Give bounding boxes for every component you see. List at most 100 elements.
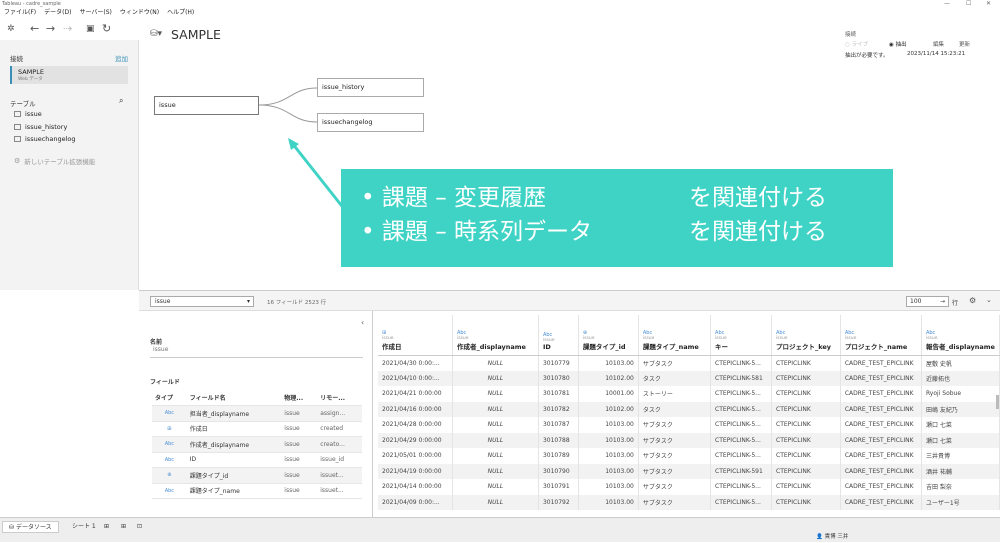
- grid-cell[interactable]: CTEPICLINK-5...: [710, 401, 772, 417]
- grid-cell[interactable]: 10001.00: [578, 386, 639, 402]
- user-account[interactable]: 👤 貴博 三井: [810, 531, 854, 543]
- grid-column-header[interactable]: ⊞ issue 作成日: [378, 315, 453, 356]
- field-row[interactable]: Abc 作成者_displayname issue creato...: [152, 436, 362, 453]
- grid-cell[interactable]: サブタスク: [638, 448, 712, 464]
- grid-cell[interactable]: 酒井 祐輔: [921, 463, 1000, 479]
- grid-cell[interactable]: NULL: [452, 463, 539, 479]
- grid-column-header[interactable]: Abc issue プロジェクト_name: [840, 315, 922, 356]
- grid-cell[interactable]: CTEPICLINK: [771, 463, 841, 479]
- grid-cell[interactable]: 2021/04/29 0:00:00: [378, 432, 453, 448]
- grid-cell[interactable]: CTEPICLINK: [771, 386, 841, 402]
- field-row[interactable]: Abc ID issue issue_id: [152, 452, 362, 468]
- grid-cell[interactable]: CADRE_TEST_EPICLINK: [840, 463, 922, 479]
- grid-cell[interactable]: CTEPICLINK: [771, 370, 841, 386]
- grid-cell[interactable]: 2021/04/21 0:00:00: [378, 386, 453, 402]
- grid-cell[interactable]: CTEPICLINK-5...: [710, 479, 772, 495]
- grid-cell[interactable]: 三井貴博: [921, 448, 1000, 464]
- grid-cell[interactable]: 2021/04/30 0:00:...: [378, 355, 453, 371]
- grid-cell[interactable]: サブタスク: [638, 432, 712, 448]
- chevron-down-icon[interactable]: ⌄: [986, 296, 992, 304]
- grid-cell[interactable]: NULL: [452, 386, 539, 402]
- canvas-table-issuechangelog[interactable]: issuechangelog: [317, 113, 424, 132]
- grid-cell[interactable]: サブタスク: [638, 494, 712, 510]
- grid-cell[interactable]: 2021/04/19 0:00:00: [378, 463, 453, 479]
- tab-datasource[interactable]: ⛁ データソース: [2, 521, 59, 533]
- grid-cell[interactable]: CTEPICLINK-5...: [710, 386, 772, 402]
- grid-column-header[interactable]: Abc issue キー: [710, 315, 772, 356]
- grid-cell[interactable]: 10103.00: [578, 479, 639, 495]
- field-row[interactable]: Abc 担当者_displayname issue assign...: [152, 405, 362, 422]
- grid-cell[interactable]: ユーザー1号: [921, 494, 1000, 510]
- new-sheet-icon[interactable]: ⊞: [98, 521, 115, 533]
- grid-cell[interactable]: CTEPICLINK-5...: [710, 432, 772, 448]
- grid-cell[interactable]: CTEPICLINK-5...: [710, 494, 772, 510]
- grid-cell[interactable]: 10103.00: [578, 417, 639, 433]
- relationship-line[interactable]: [258, 104, 318, 123]
- grid-column-header[interactable]: Abc issue ID: [538, 315, 579, 356]
- grid-cell[interactable]: NULL: [452, 417, 539, 433]
- grid-cell[interactable]: CADRE_TEST_EPICLINK: [840, 386, 922, 402]
- grid-cell[interactable]: CADRE_TEST_EPICLINK: [840, 355, 922, 371]
- grid-cell[interactable]: CTEPICLINK: [771, 494, 841, 510]
- grid-cell[interactable]: 近藤拓也: [921, 370, 1000, 386]
- grid-column-header[interactable]: Abc issue プロジェクト_key: [771, 315, 841, 356]
- tab-sheet-1[interactable]: シート 1: [66, 521, 102, 533]
- grid-cell[interactable]: 瀬口 七菜: [921, 417, 1000, 433]
- grid-cell[interactable]: NULL: [452, 355, 539, 371]
- field-col-type[interactable]: タイプ: [152, 390, 187, 406]
- grid-cell[interactable]: NULL: [452, 370, 539, 386]
- grid-cell[interactable]: 2021/04/14 0:00:00: [378, 479, 453, 495]
- grid-cell[interactable]: CADRE_TEST_EPICLINK: [840, 448, 922, 464]
- grid-cell[interactable]: 10102.00: [578, 370, 639, 386]
- new-story-icon[interactable]: ⊡: [131, 521, 148, 533]
- field-col-physical[interactable]: 物理...: [281, 390, 318, 406]
- grid-cell[interactable]: CADRE_TEST_EPICLINK: [840, 417, 922, 433]
- grid-cell[interactable]: CTEPICLINK: [771, 417, 841, 433]
- grid-cell[interactable]: CTEPICLINK: [771, 401, 841, 417]
- grid-cell[interactable]: 3010789: [538, 448, 579, 464]
- table-select[interactable]: issue ▾: [150, 296, 254, 307]
- table-name-input[interactable]: issue: [150, 346, 363, 358]
- field-row[interactable]: ⊞ 作成日 issue created: [152, 421, 362, 437]
- field-row[interactable]: ⊕ 課題タイプ_id issue issuet...: [152, 467, 362, 484]
- gear-icon[interactable]: ⚙: [969, 296, 976, 305]
- rows-input[interactable]: 100 →: [906, 296, 949, 307]
- grid-cell[interactable]: CTEPICLINK-5...: [710, 355, 772, 371]
- grid-cell[interactable]: CTEPICLINK: [771, 355, 841, 371]
- grid-cell[interactable]: 瀬口 七菜: [921, 432, 1000, 448]
- grid-cell[interactable]: サブタスク: [638, 355, 712, 371]
- grid-cell[interactable]: CTEPICLINK-591: [710, 463, 772, 479]
- grid-cell[interactable]: CTEPICLINK: [771, 448, 841, 464]
- grid-cell[interactable]: CADRE_TEST_EPICLINK: [840, 370, 922, 386]
- grid-cell[interactable]: 10103.00: [578, 448, 639, 464]
- grid-cell[interactable]: 2021/05/01 0:00:00: [378, 448, 453, 464]
- grid-cell[interactable]: 2021/04/09 0:00:...: [378, 494, 453, 510]
- grid-cell[interactable]: サブタスク: [638, 417, 712, 433]
- grid-cell[interactable]: CADRE_TEST_EPICLINK: [840, 432, 922, 448]
- grid-cell[interactable]: タスク: [638, 370, 712, 386]
- field-row[interactable]: Abc 課題タイプ_name issue issuet...: [152, 483, 362, 499]
- grid-cell[interactable]: 3010781: [538, 386, 579, 402]
- grid-cell[interactable]: CTEPICLINK: [771, 432, 841, 448]
- grid-cell[interactable]: CTEPICLINK: [771, 479, 841, 495]
- grid-cell[interactable]: 屋敷 史帆: [921, 355, 1000, 371]
- grid-column-header[interactable]: Abc issue 報告者_displayname: [921, 315, 1000, 356]
- grid-cell[interactable]: 3010782: [538, 401, 579, 417]
- canvas-table-issue[interactable]: issue: [154, 96, 259, 115]
- grid-cell[interactable]: 10103.00: [578, 494, 639, 510]
- grid-cell[interactable]: CTEPICLINK-581: [710, 370, 772, 386]
- collapse-icon[interactable]: ‹: [361, 318, 364, 327]
- grid-cell[interactable]: 10103.00: [578, 463, 639, 479]
- grid-cell[interactable]: サブタスク: [638, 463, 712, 479]
- grid-cell[interactable]: NULL: [452, 448, 539, 464]
- grid-cell[interactable]: サブタスク: [638, 479, 712, 495]
- grid-cell[interactable]: 3010792: [538, 494, 579, 510]
- grid-cell[interactable]: Ryoji Sobue: [921, 386, 1000, 402]
- field-col-remote[interactable]: リモー...: [317, 390, 362, 406]
- grid-cell[interactable]: ストーリー: [638, 386, 712, 402]
- grid-cell[interactable]: 田嶋 友紀乃: [921, 401, 1000, 417]
- canvas-table-issue-history[interactable]: issue_history: [317, 78, 424, 97]
- grid-column-header[interactable]: Abc issue 課題タイプ_name: [638, 315, 712, 356]
- grid-cell[interactable]: 2021/04/16 0:00:00: [378, 401, 453, 417]
- grid-cell[interactable]: 吉田 梨奈: [921, 479, 1000, 495]
